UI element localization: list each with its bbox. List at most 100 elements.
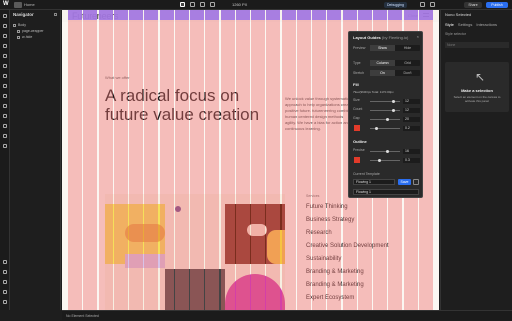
nav-item-body[interactable]: Body: [13, 23, 26, 28]
redo-icon[interactable]: [430, 2, 435, 7]
preview-toggle[interactable]: Show Hide: [370, 45, 420, 51]
settings-icon[interactable]: [3, 260, 7, 264]
style-selector-input[interactable]: None: [445, 42, 509, 48]
nav-item-page-wrapper[interactable]: page-wrapper: [17, 29, 44, 34]
preview-hide-option[interactable]: Hide: [395, 45, 420, 51]
publish-button[interactable]: Publish: [486, 2, 508, 8]
stretch-off-option[interactable]: Don't: [395, 70, 420, 76]
trash-icon[interactable]: [413, 179, 419, 185]
service-item[interactable]: Future Thinking: [306, 204, 348, 210]
precise-value[interactable]: 16: [403, 149, 420, 154]
mobile-landscape-icon[interactable]: [200, 2, 205, 7]
gap-slider[interactable]: [370, 118, 400, 121]
localization-icon[interactable]: [3, 124, 7, 128]
debug-mode-badge[interactable]: Debugging: [384, 2, 407, 8]
outline-opacity-slider[interactable]: [370, 159, 400, 162]
keyboard-icon[interactable]: [3, 280, 7, 284]
pin-icon[interactable]: [54, 13, 57, 16]
fill-opacity-slider[interactable]: [370, 127, 400, 130]
stretch-on-option[interactable]: On: [370, 70, 395, 76]
nav-item-w-hide[interactable]: w-hide: [17, 35, 32, 40]
outline-color-swatch[interactable]: [354, 157, 360, 163]
hamburger-menu-icon[interactable]: [423, 13, 429, 17]
count-slider[interactable]: [370, 109, 400, 112]
save-template-button[interactable]: Save: [398, 179, 411, 185]
help-icon[interactable]: [3, 270, 7, 274]
service-item[interactable]: Business Strategy: [306, 217, 354, 223]
mobile-portrait-icon[interactable]: [210, 2, 215, 7]
gap-value[interactable]: 20: [403, 117, 420, 122]
tablet-breakpoint-icon[interactable]: [190, 2, 195, 7]
stretch-toggle[interactable]: On Don't: [370, 70, 420, 76]
tab-style[interactable]: Style: [445, 22, 454, 27]
template-select[interactable]: Flowing 1: [353, 189, 419, 195]
add-element-icon[interactable]: [3, 14, 7, 18]
styles-icon[interactable]: [3, 74, 7, 78]
audit-icon[interactable]: [3, 134, 7, 138]
collapse-icon[interactable]: [3, 300, 7, 304]
undo-icon[interactable]: [420, 2, 425, 7]
webflow-logo-icon[interactable]: W: [3, 1, 11, 9]
close-icon[interactable]: ×: [417, 34, 419, 39]
video-icon[interactable]: [3, 290, 7, 294]
outline-opacity-knob[interactable]: [378, 159, 381, 162]
type-label: Type: [353, 61, 361, 65]
gap-slider-knob[interactable]: [386, 118, 389, 121]
outline-section-title: Outline: [353, 139, 367, 144]
service-item[interactable]: Creative Solution Development: [306, 243, 389, 249]
site-header: [62, 10, 439, 22]
service-item[interactable]: Branding & Marketing: [306, 269, 364, 275]
home-icon[interactable]: [14, 2, 22, 8]
fill-color-swatch[interactable]: [354, 125, 360, 131]
precise-slider[interactable]: [370, 150, 400, 153]
current-template-label: Current Template: [353, 172, 380, 176]
count-slider-knob[interactable]: [392, 109, 395, 112]
service-item[interactable]: Expert Ecosystem: [306, 295, 354, 301]
service-item[interactable]: Branding & Marketing: [306, 282, 364, 288]
symbols-icon[interactable]: [3, 64, 7, 68]
navigator-panel: Navigator Body page-wrapper w-hide: [10, 10, 61, 310]
desktop-breakpoint-icon[interactable]: [180, 2, 185, 7]
fill-opacity-knob[interactable]: [375, 127, 378, 130]
grid-column: [327, 10, 342, 310]
tab-interactions[interactable]: Interactions: [476, 22, 497, 27]
navigator-icon[interactable]: [3, 24, 7, 28]
layout-guides-icon[interactable]: [3, 144, 7, 148]
make-selection-description: Select an element on the canvas to activ…: [453, 95, 501, 103]
share-button[interactable]: Share: [464, 2, 482, 8]
hero-artwork: [105, 194, 285, 310]
size-slider-knob[interactable]: [392, 100, 395, 103]
template-name-input[interactable]: Flowing 1: [353, 179, 395, 185]
size-slider[interactable]: [370, 100, 400, 103]
type-grid-option[interactable]: Grid: [395, 60, 420, 66]
size-value[interactable]: 12: [403, 99, 420, 104]
cursor-icon: ↖: [475, 70, 486, 84]
type-toggle[interactable]: Column Grid: [370, 60, 420, 66]
precise-label: Precise: [353, 148, 365, 152]
users-icon[interactable]: [3, 94, 7, 98]
tab-settings[interactable]: Settings: [458, 22, 472, 27]
hero-paragraph: We unlock value through systematic appro…: [285, 96, 354, 131]
service-item[interactable]: Research: [306, 230, 332, 236]
stretch-label: Stretch: [353, 71, 365, 75]
count-value[interactable]: 12: [403, 108, 420, 113]
grid-column: [296, 10, 311, 310]
preview-show-option[interactable]: Show: [370, 45, 395, 51]
service-item[interactable]: Sustainability: [306, 256, 341, 262]
hero-headline: A radical focus on future value creation: [105, 86, 260, 124]
type-column-option[interactable]: Column: [370, 60, 395, 66]
precise-slider-knob[interactable]: [386, 150, 389, 153]
page-selector[interactable]: Home: [24, 0, 35, 10]
cms-icon[interactable]: [3, 44, 7, 48]
outline-opacity-value[interactable]: 0.3: [403, 158, 420, 163]
gap-label: Gap: [353, 116, 360, 120]
site-close-link[interactable]: Close: [408, 13, 418, 18]
assets-icon[interactable]: [3, 54, 7, 58]
fill-opacity-value[interactable]: 0.2: [403, 126, 420, 131]
ecommerce-icon[interactable]: [3, 84, 7, 88]
style-panel-tabs: Style Settings Interactions: [445, 22, 501, 27]
pages-icon[interactable]: [3, 34, 7, 38]
apps-icon[interactable]: [3, 114, 7, 118]
logic-icon[interactable]: [3, 104, 7, 108]
site-brand[interactable]: Futureneers: [72, 11, 119, 21]
